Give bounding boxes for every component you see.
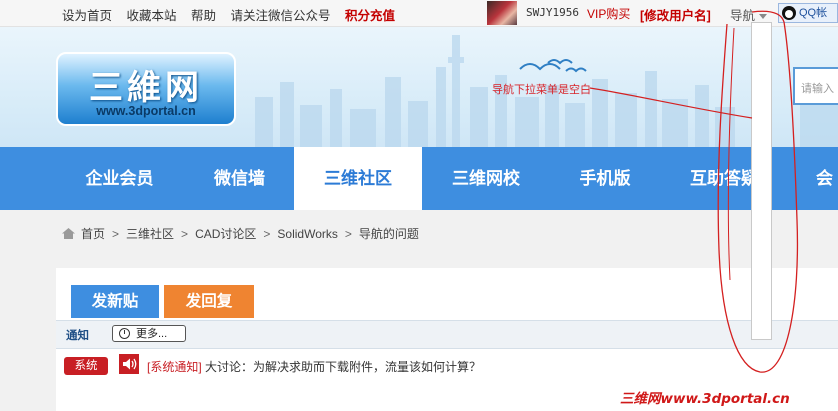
bookmark-link[interactable]: 收藏本站: [127, 9, 177, 23]
qq-penguin-icon: [782, 6, 796, 20]
breadcrumb: 首页 > 三维社区 > CAD讨论区 > SolidWorks > 导航的问题: [62, 225, 419, 242]
nav-dropdown-menu: [751, 22, 772, 340]
clock-icon: [119, 328, 130, 339]
notice-bar: 通知 更多...: [56, 320, 838, 349]
speaker-icon: [119, 354, 139, 374]
more-label: 更多...: [136, 328, 168, 340]
nav-dropdown-label: 导航: [730, 9, 756, 23]
nav-item-3d-school[interactable]: 三维网校: [426, 147, 546, 210]
reply-button[interactable]: 发回复: [164, 285, 254, 318]
nav-item-mobile[interactable]: 手机版: [550, 147, 660, 210]
avatar[interactable]: [487, 1, 517, 25]
new-post-button[interactable]: 发新贴: [71, 285, 159, 318]
top-bar: 设为首页 收藏本站 帮助 请关注微信公众号 积分充值 SWJY1956 VIP购…: [0, 0, 838, 27]
logo-url: www.3dportal.cn: [96, 104, 196, 118]
breadcrumb-separator: >: [344, 227, 352, 241]
breadcrumb-solidworks[interactable]: SolidWorks: [277, 227, 337, 241]
wechat-follow-link[interactable]: 请关注微信公众号: [231, 9, 331, 23]
watermark: 三维网www.3dportal.cn: [620, 391, 790, 407]
main-nav: 企业会员 微信墙 三维社区 三维网校 手机版 互助答疑 会: [0, 147, 838, 210]
annotation-text: 导航下拉菜单是空白: [492, 84, 591, 96]
notice-title-link[interactable]: [系统通知] 大讨论：为解决求助而下载附件，流量该如何计算？: [147, 358, 481, 375]
logo-text: 三維网: [89, 68, 203, 108]
username[interactable]: SWJY1956: [526, 6, 579, 19]
vip-purchase-link[interactable]: VIP购买: [587, 5, 630, 22]
breadcrumb-separator: >: [181, 227, 189, 241]
top-links: 设为首页 收藏本站 帮助 请关注微信公众号 积分充值: [62, 5, 406, 24]
notice-tag: [系统通知]: [147, 360, 202, 374]
header-banner: 三維网 www.3dportal.cn 导航下拉菜单是空白 请输入: [0, 27, 838, 147]
content-area: 首页 > 三维社区 > CAD讨论区 > SolidWorks > 导航的问题 发新贴 发回复 …: [0, 210, 838, 411]
chevron-down-icon: [759, 14, 768, 20]
home-icon: [62, 228, 75, 239]
breadcrumb-separator: >: [263, 227, 271, 241]
notice-label: 通知: [66, 330, 89, 342]
notice-title: 大讨论：为解决求助而下载附件，流量该如何计算？: [201, 360, 482, 374]
breadcrumb-separator: >: [112, 227, 120, 241]
help-link[interactable]: 帮助: [191, 9, 216, 23]
points-recharge-link[interactable]: 积分充值: [345, 9, 395, 23]
breadcrumb-3d-community[interactable]: 三维社区: [126, 227, 174, 241]
qq-login-button[interactable]: QQ帐: [778, 3, 838, 23]
breadcrumb-cad-forum[interactable]: CAD讨论区: [195, 227, 256, 241]
rename-user-link[interactable]: [修改用户名]: [640, 5, 711, 24]
nav-item-3d-community[interactable]: 三维社区: [294, 147, 422, 210]
breadcrumb-current-topic: 导航的问题: [358, 227, 419, 241]
set-homepage-link[interactable]: 设为首页: [62, 9, 112, 23]
nav-item-more[interactable]: 会: [800, 147, 838, 210]
system-badge: 系统: [64, 357, 108, 375]
qq-login-label: QQ帐: [799, 7, 828, 19]
search-input[interactable]: 请输入: [793, 67, 838, 105]
site-logo[interactable]: 三維网 www.3dportal.cn: [56, 52, 236, 126]
nav-item-wechat-wall[interactable]: 微信墙: [182, 147, 297, 210]
nav-item-enterprise-member[interactable]: 企业会员: [62, 147, 177, 210]
more-notices-button[interactable]: 更多...: [112, 325, 186, 342]
breadcrumb-home[interactable]: 首页: [81, 227, 105, 241]
list-item: 系统 [系统通知] 大讨论：为解决求助而下载附件，流量该如何计算？: [56, 352, 838, 378]
